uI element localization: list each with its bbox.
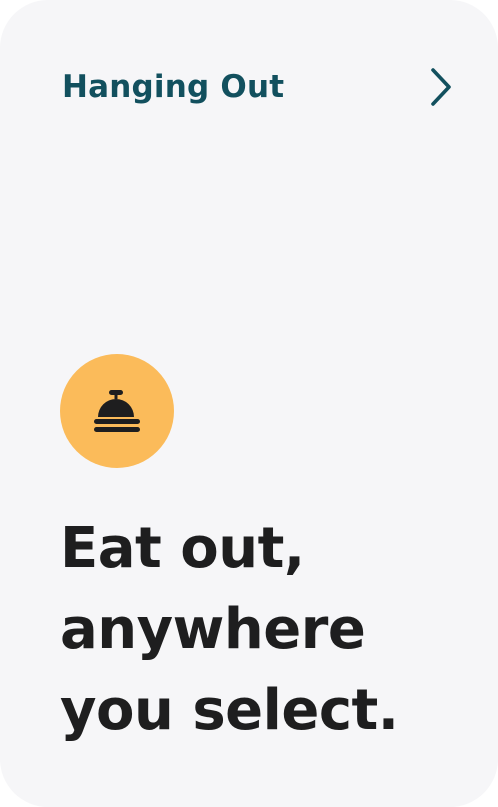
feature-icon-badge bbox=[60, 354, 174, 468]
headline-line: anywhere bbox=[60, 597, 366, 662]
hanging-out-card[interactable]: Hanging Out Eat out, anywhere you select… bbox=[0, 0, 498, 807]
card-title: Hanging Out bbox=[62, 69, 285, 105]
feature-headline: Eat out, anywhere you select. bbox=[60, 508, 480, 751]
chevron-right-icon[interactable] bbox=[426, 65, 456, 109]
card-header[interactable]: Hanging Out bbox=[62, 62, 458, 112]
headline-line: you select. bbox=[60, 678, 399, 743]
headline-line: Eat out, bbox=[60, 516, 305, 581]
cloche-icon bbox=[94, 390, 140, 432]
